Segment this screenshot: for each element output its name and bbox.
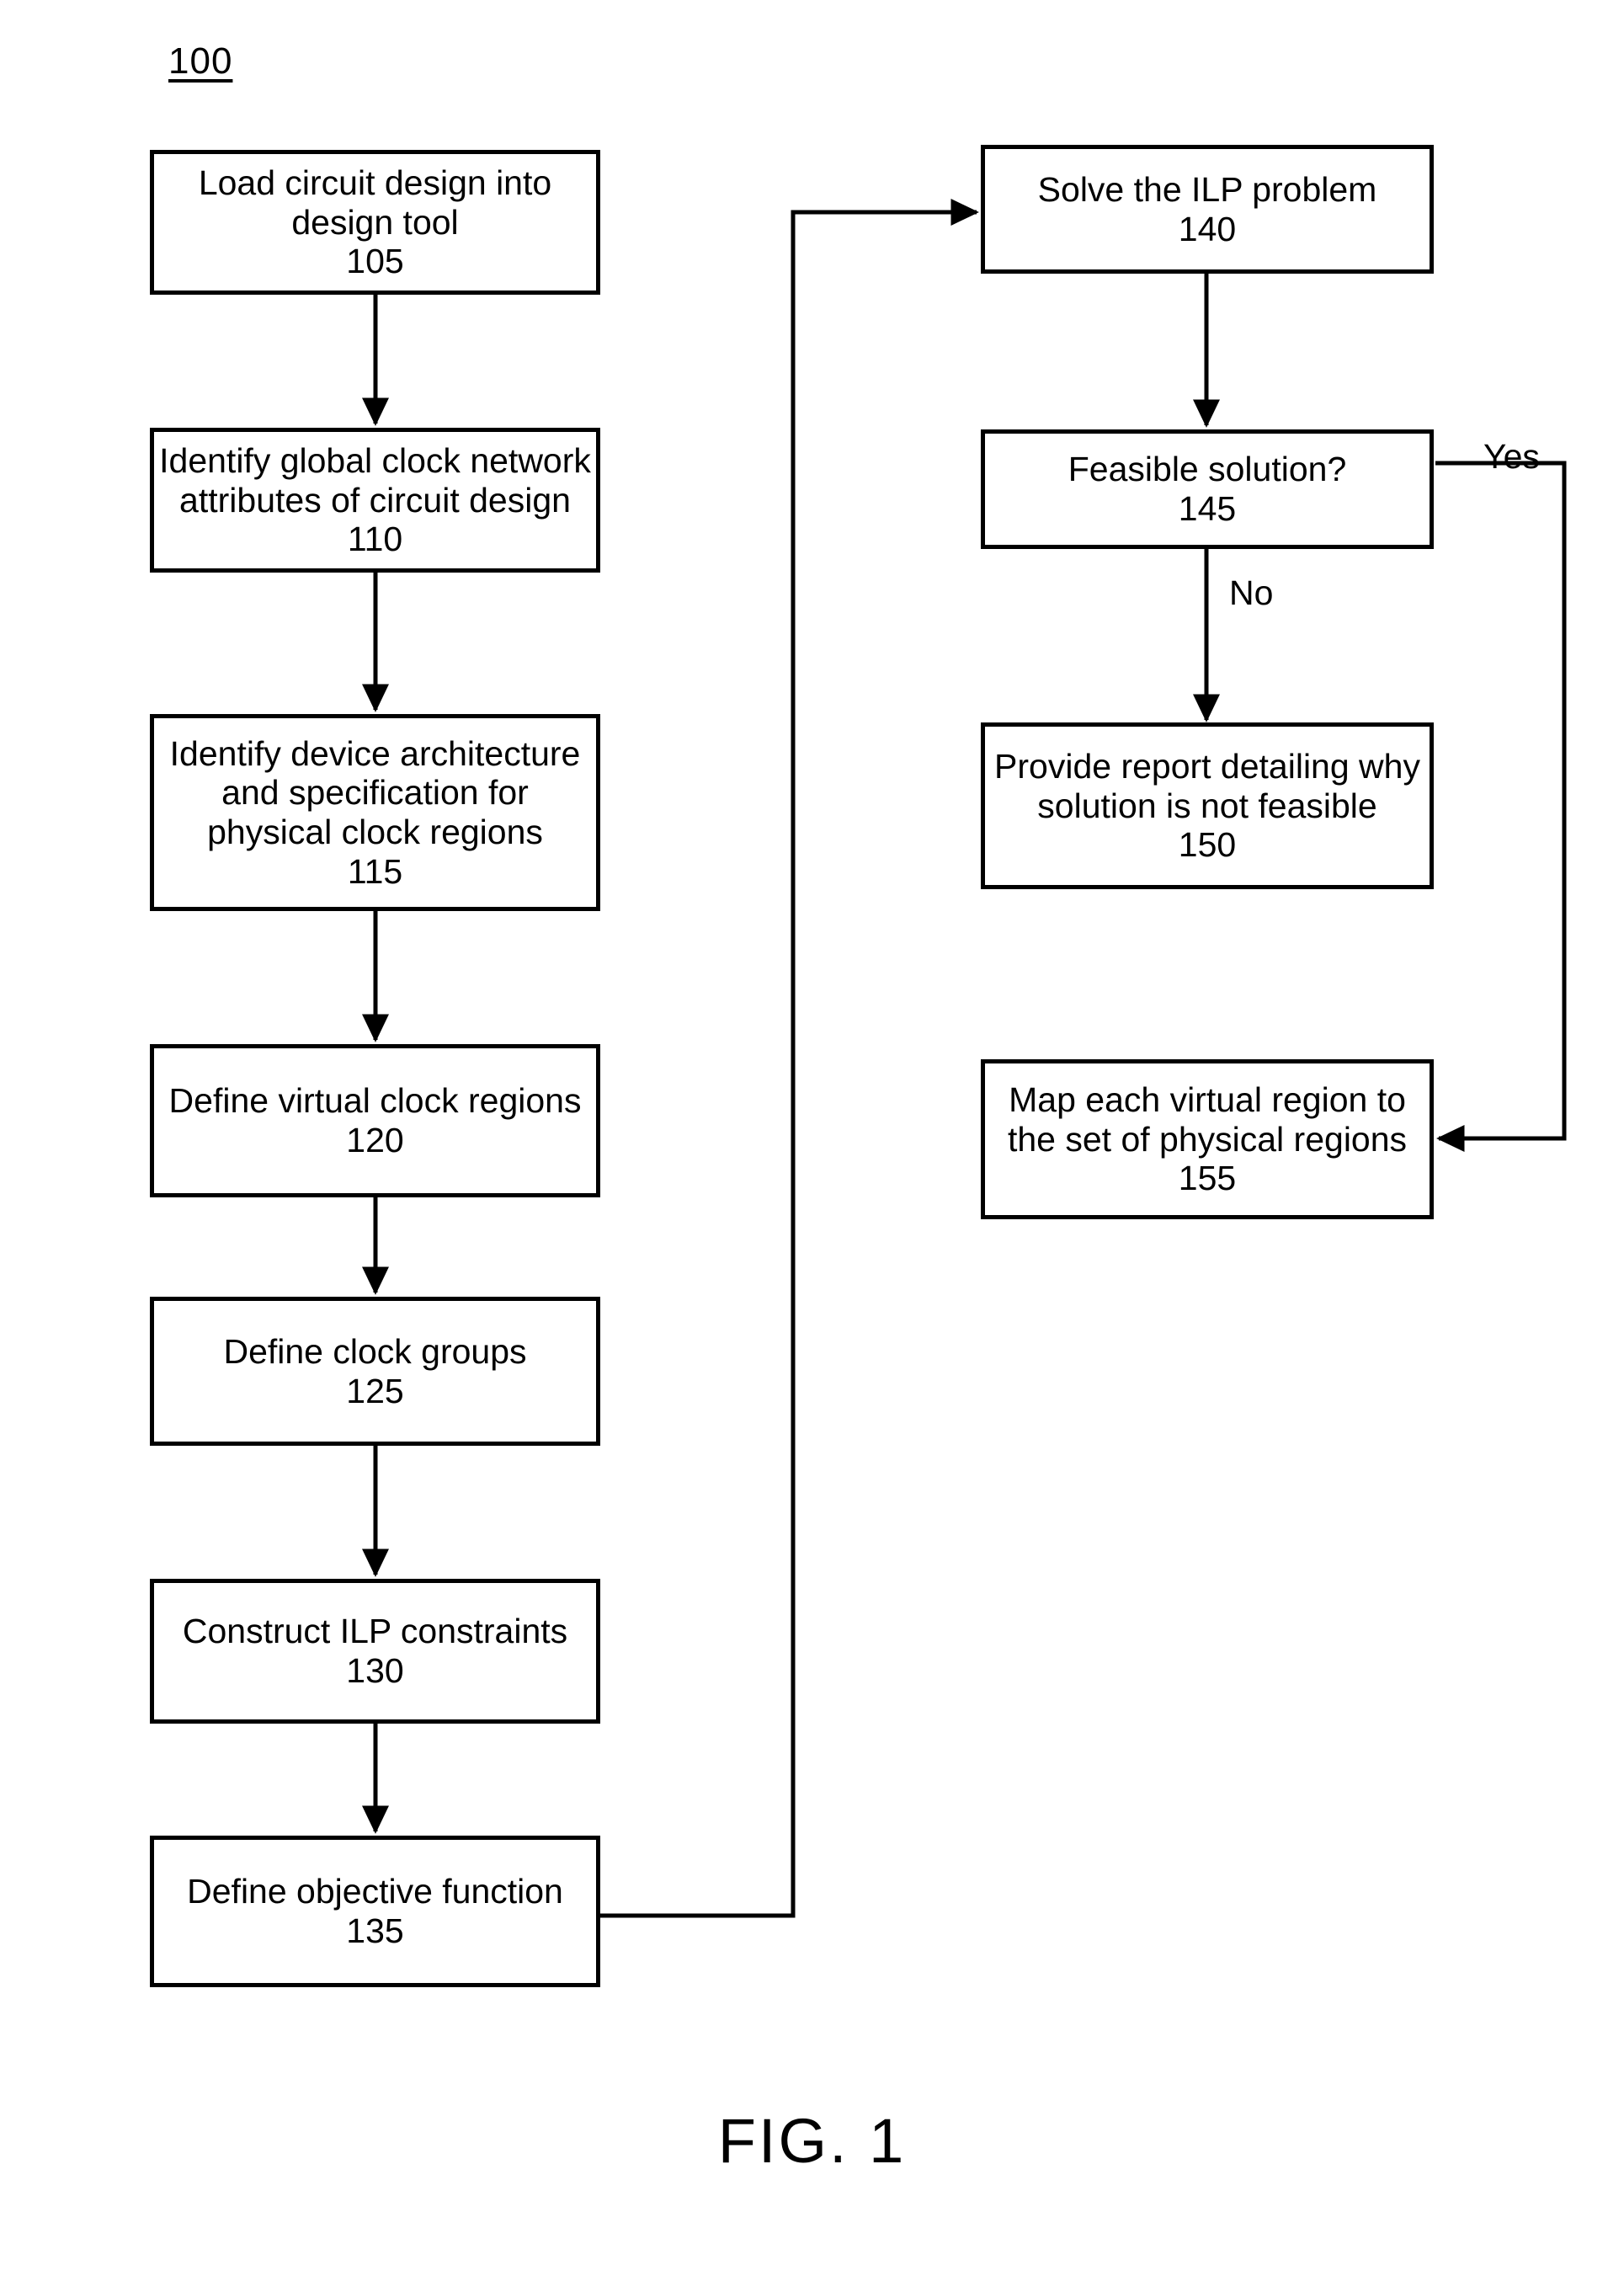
node-120[interactable]: Define virtual clock regions 120 xyxy=(150,1044,600,1197)
node-140[interactable]: Solve the ILP problem 140 xyxy=(981,145,1434,274)
edge-label-no: No xyxy=(1229,573,1274,612)
node-115-number: 115 xyxy=(347,851,403,891)
node-105-number: 105 xyxy=(346,242,404,281)
node-125-number: 125 xyxy=(346,1371,404,1410)
node-125[interactable]: Define clock groups 125 xyxy=(150,1297,600,1446)
node-115-text: Identify device architecture and specifi… xyxy=(169,733,581,851)
node-150-text: Provide report detailing why solution is… xyxy=(994,746,1420,825)
node-155[interactable]: Map each virtual region to the set of ph… xyxy=(981,1059,1434,1219)
node-120-text: Define virtual clock regions xyxy=(168,1081,582,1121)
node-155-number: 155 xyxy=(1178,1159,1237,1198)
node-145[interactable]: Feasible solution? 145 xyxy=(981,429,1434,549)
node-130-text: Construct ILP constraints xyxy=(182,1612,568,1651)
node-145-text: Feasible solution? xyxy=(1068,450,1347,489)
node-115[interactable]: Identify device architecture and specifi… xyxy=(150,714,600,911)
node-135-number: 135 xyxy=(346,1911,404,1950)
figure-caption: FIG. 1 xyxy=(717,2106,907,2176)
node-105[interactable]: Load circuit design into design tool 105 xyxy=(150,150,600,295)
node-105-text: Load circuit design into design tool xyxy=(198,163,552,242)
node-150[interactable]: Provide report detailing why solution is… xyxy=(981,722,1434,889)
node-120-number: 120 xyxy=(346,1121,404,1159)
edge-145-155 xyxy=(1435,461,1567,1153)
edge-135-140 xyxy=(600,198,979,1918)
node-110-number: 110 xyxy=(347,520,403,559)
figure-page: 100 Load circuit design into design tool… xyxy=(0,0,1624,2276)
node-110[interactable]: Identify global clock network attributes… xyxy=(150,428,600,573)
edge-label-yes: Yes xyxy=(1483,437,1540,476)
node-145-number: 145 xyxy=(1178,489,1237,528)
node-140-text: Solve the ILP problem xyxy=(1037,169,1377,209)
node-130-number: 130 xyxy=(346,1651,404,1690)
node-155-text: Map each virtual region to the set of ph… xyxy=(1007,1079,1408,1159)
node-130[interactable]: Construct ILP constraints 130 xyxy=(150,1579,600,1724)
node-140-number: 140 xyxy=(1178,209,1237,248)
node-150-number: 150 xyxy=(1178,825,1237,865)
node-135[interactable]: Define objective function 135 xyxy=(150,1836,600,1987)
node-110-text: Identify global clock network attributes… xyxy=(159,440,591,520)
node-125-text: Define clock groups xyxy=(223,1331,527,1371)
node-135-text: Define objective function xyxy=(187,1872,563,1911)
